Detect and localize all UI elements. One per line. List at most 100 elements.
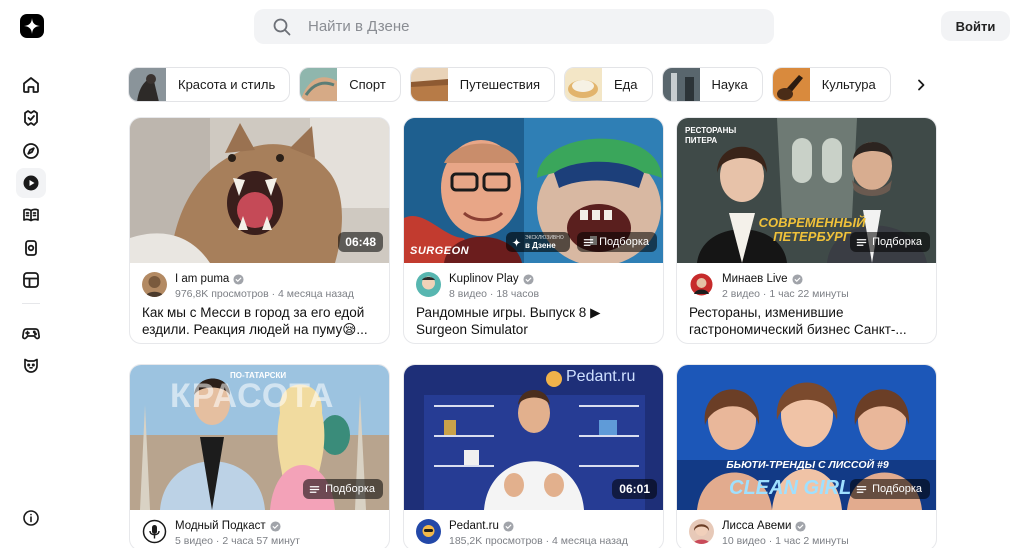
rail-divider xyxy=(22,303,40,304)
category-thumbnail xyxy=(662,68,700,101)
category-thumbnail xyxy=(772,68,810,101)
category-label: Наука xyxy=(711,77,748,92)
category-chip[interactable]: Спорт xyxy=(299,67,401,102)
avatar[interactable] xyxy=(416,519,441,544)
category-chip[interactable]: Красота и стиль xyxy=(128,67,291,102)
search-bar[interactable] xyxy=(254,9,774,44)
duration-badge: 06:01 xyxy=(612,479,657,499)
playlist-icon xyxy=(583,238,594,246)
channel-name[interactable]: Kuplinov Play xyxy=(449,273,534,285)
chevron-right-icon[interactable] xyxy=(908,72,934,98)
video-card[interactable]: РЕСТОРАНЫ ПИТЕРА СОВРЕМЕННЫЙ ПЕТЕРБУРГ П… xyxy=(676,117,937,344)
shorts-icon[interactable] xyxy=(16,233,46,263)
collection-badge: Подборка xyxy=(850,232,930,252)
subscriptions-icon[interactable] xyxy=(16,103,46,133)
video-stats: 5 видео · 2 часа 57 минут xyxy=(175,535,300,547)
category-chips: Красота и стиль Спорт Путешествия Еда На… xyxy=(128,67,891,102)
category-thumbnail xyxy=(410,68,448,101)
compass-icon[interactable] xyxy=(16,136,46,166)
login-button[interactable]: Войти xyxy=(941,11,1010,41)
video-card[interactable]: Pedant.ru 06:01 Pedant.ru 185,2K просмот… xyxy=(403,364,664,548)
video-card[interactable]: SURGEON эксклюзивно в Дзене Подборка Kupl… xyxy=(403,117,664,344)
card-meta: I am puma 976,8K просмотров · 4 месяца н… xyxy=(130,263,389,303)
playlist-icon xyxy=(856,238,867,246)
verified-icon xyxy=(523,273,534,285)
collection-badge: Подборка xyxy=(850,479,930,499)
collection-badge: Подборка xyxy=(577,232,657,252)
overlay-headline: CLEAN GIRL xyxy=(729,477,852,499)
video-thumbnail[interactable]: ПО-ТАТАРСКИ КРАСОТА Подборка xyxy=(130,365,389,510)
category-label: Еда xyxy=(614,77,638,92)
video-thumbnail[interactable]: SURGEON эксклюзивно в Дзене Подборка xyxy=(404,118,663,263)
category-chip[interactable]: Путешествия xyxy=(409,67,555,102)
verified-icon xyxy=(795,520,806,532)
dzen-star-icon xyxy=(512,237,521,247)
avatar[interactable] xyxy=(142,519,167,544)
playlist-icon xyxy=(309,485,320,493)
playlist-icon xyxy=(856,485,867,493)
category-label: Культура xyxy=(821,77,876,92)
search-input[interactable] xyxy=(308,18,748,35)
exclusive-badge: эксклюзивно в Дзене xyxy=(506,232,570,252)
category-chip[interactable]: Еда xyxy=(564,67,653,102)
card-meta: Минаев Live 2 видео · 1 час 22 минуты xyxy=(677,263,936,303)
news-icon[interactable] xyxy=(16,265,46,295)
dzen-logo-icon[interactable] xyxy=(20,14,44,38)
channel-name[interactable]: Pedant.ru xyxy=(449,520,514,532)
card-meta: Модный Подкаст 5 видео · 2 часа 57 минут xyxy=(130,510,389,548)
overlay-caption: РЕСТОРАНЫ ПИТЕРА xyxy=(685,126,737,145)
home-icon[interactable] xyxy=(16,70,46,100)
overlay-headline: Pedant.ru xyxy=(566,368,636,385)
channel-name[interactable]: I am puma xyxy=(175,273,244,285)
category-label: Красота и стиль xyxy=(178,77,276,92)
gamepad-icon[interactable] xyxy=(16,318,46,348)
video-stats: 2 видео · 1 час 22 минуты xyxy=(722,288,849,300)
video-thumbnail[interactable]: 06:48 xyxy=(130,118,389,263)
card-meta: Лисса Авеми 10 видео · 1 час 2 минуты xyxy=(677,510,936,548)
channel-name[interactable]: Модный Подкаст xyxy=(175,520,281,532)
video-stats: 976,8K просмотров · 4 месяца назад xyxy=(175,288,354,300)
overlay-headline: КРАСОТА xyxy=(170,377,335,415)
verified-icon xyxy=(270,520,281,532)
video-card[interactable]: ПО-ТАТАРСКИ КРАСОТА Подборка Модный Подк… xyxy=(129,364,390,548)
video-stats: 10 видео · 1 час 2 минуты xyxy=(722,535,849,547)
game-logo-text: SURGEON xyxy=(410,245,470,257)
category-label: Путешествия xyxy=(459,77,540,92)
video-title[interactable]: Рестораны, изменившие гастрономический би… xyxy=(677,303,936,343)
video-stats: 8 видео · 18 часов xyxy=(449,288,540,300)
video-thumbnail[interactable]: РЕСТОРАНЫ ПИТЕРА СОВРЕМЕННЫЙ ПЕТЕРБУРГ П… xyxy=(677,118,936,263)
category-thumbnail xyxy=(129,68,166,101)
video-title[interactable]: Как мы с Месси в город за его едой ездили… xyxy=(130,303,389,343)
video-card[interactable]: БЬЮТИ-ТРЕНДЫ С ЛИССОЙ #9 CLEAN GIRL Подб… xyxy=(676,364,937,548)
channel-name[interactable]: Лисса Авеми xyxy=(722,520,806,532)
verified-icon xyxy=(503,520,514,532)
avatar[interactable] xyxy=(689,519,714,544)
card-meta: Pedant.ru 185,2K просмотров · 4 месяца н… xyxy=(404,510,663,548)
video-title[interactable]: Рандомные игры. Выпуск 8 ▶ Surgeon Simula… xyxy=(404,303,663,343)
video-thumbnail[interactable]: БЬЮТИ-ТРЕНДЫ С ЛИССОЙ #9 CLEAN GIRL Подб… xyxy=(677,365,936,510)
category-thumbnail xyxy=(565,68,602,101)
video-card[interactable]: 06:48 I am puma 976,8K просмотров · 4 ме… xyxy=(129,117,390,344)
verified-icon xyxy=(792,273,803,285)
category-chip[interactable]: Наука xyxy=(661,67,763,102)
category-chip[interactable]: Культура xyxy=(771,67,891,102)
left-rail xyxy=(0,0,60,548)
book-icon[interactable] xyxy=(16,200,46,230)
video-stats: 185,2K просмотров · 4 месяца назад xyxy=(449,535,628,547)
avatar[interactable] xyxy=(689,272,714,297)
avatar[interactable] xyxy=(416,272,441,297)
avatar[interactable] xyxy=(142,272,167,297)
kids-bear-icon[interactable] xyxy=(16,350,46,380)
video-thumbnail[interactable]: Pedant.ru 06:01 xyxy=(404,365,663,510)
channel-name[interactable]: Минаев Live xyxy=(722,273,803,285)
category-label: Спорт xyxy=(349,77,386,92)
video-play-icon[interactable] xyxy=(16,168,46,198)
collection-badge: Подборка xyxy=(303,479,383,499)
category-thumbnail xyxy=(300,68,338,101)
duration-badge: 06:48 xyxy=(338,232,383,252)
info-icon[interactable] xyxy=(16,503,46,533)
search-icon xyxy=(273,18,291,35)
card-meta: Kuplinov Play 8 видео · 18 часов xyxy=(404,263,663,303)
overlay-caption: БЬЮТИ-ТРЕНДЫ С ЛИССОЙ #9 xyxy=(726,459,889,471)
verified-icon xyxy=(233,273,244,285)
